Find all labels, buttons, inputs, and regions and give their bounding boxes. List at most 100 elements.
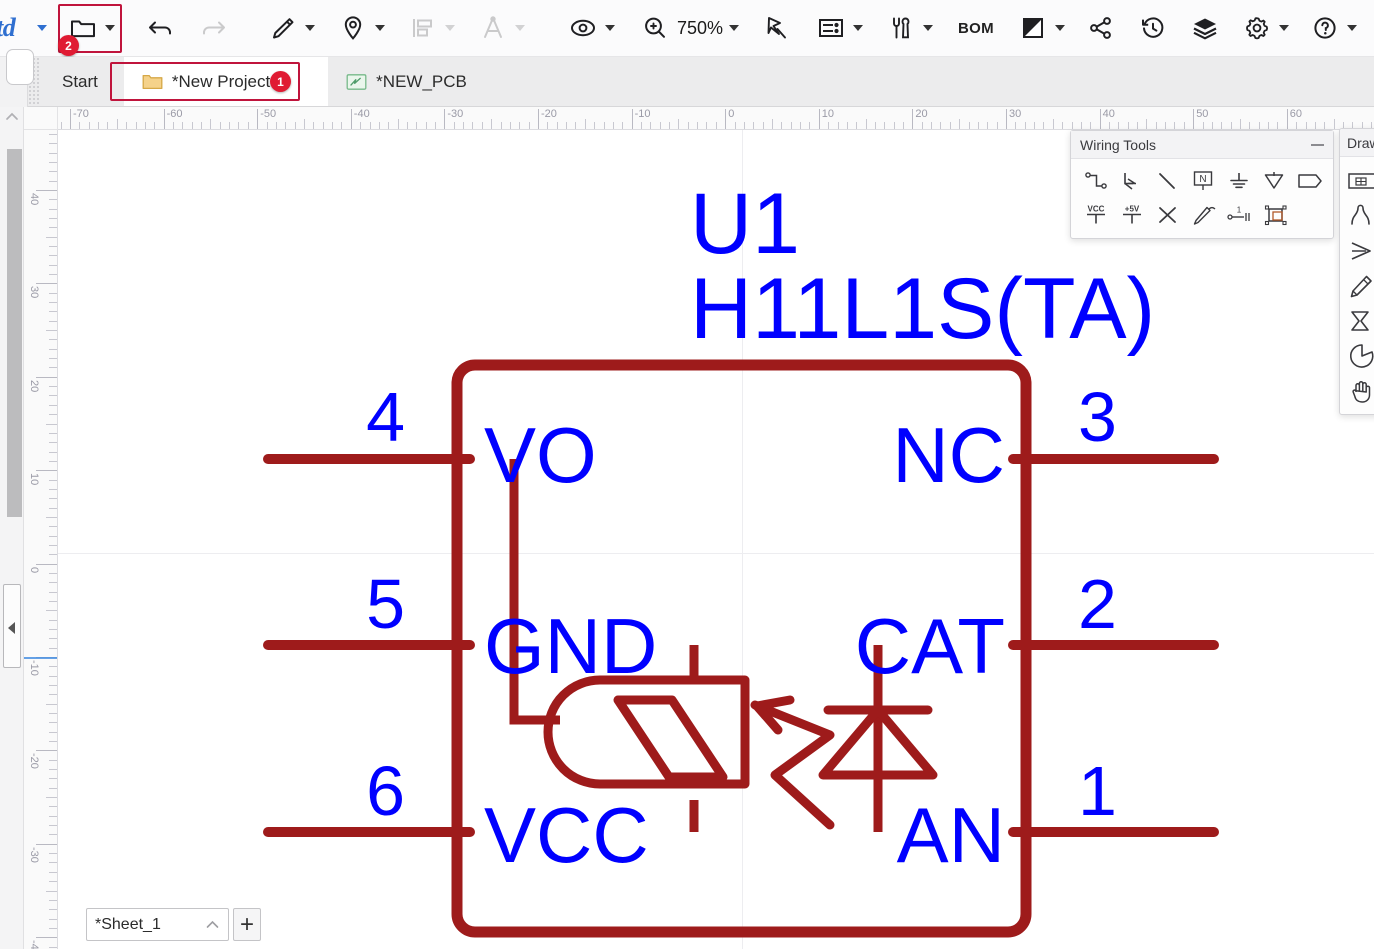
panel-collapse-stub[interactable]	[0, 49, 34, 107]
table-icon[interactable]	[1344, 163, 1374, 198]
tabbar-empty-space	[484, 57, 1374, 106]
share-nodes-icon[interactable]	[1082, 9, 1120, 47]
add-sheet-button[interactable]: +	[233, 908, 261, 941]
vertical-ruler: 40 30 20 10 0 -10 -20 -30 -40	[24, 130, 58, 949]
properties-button[interactable]	[812, 8, 868, 48]
settings-caret[interactable]	[1278, 25, 1289, 31]
wrench-screwdriver-icon[interactable]	[882, 9, 920, 47]
clock-rewind-icon[interactable]	[1134, 9, 1172, 47]
sidebar-scrollbar-thumb[interactable]	[7, 149, 22, 517]
svg-text:VCC: VCC	[1088, 205, 1105, 214]
ruler-minor-tick	[313, 122, 315, 129]
zoom-control[interactable]: 750%	[636, 8, 744, 48]
undo-arrow-icon[interactable]	[142, 9, 180, 47]
drawing-tools-title: Draw	[1347, 134, 1374, 151]
pin-number-icon[interactable]: 1	[1223, 200, 1257, 230]
bom-button[interactable]: BOM	[950, 9, 1002, 47]
ruler-major-tick	[70, 109, 71, 129]
hand-pan-icon[interactable]	[1344, 373, 1374, 408]
ruler-minor-tick	[1174, 122, 1176, 129]
place-marker-button[interactable]	[334, 8, 390, 48]
ruler-label: 20	[28, 379, 40, 393]
no-connect-cross-icon[interactable]	[1151, 200, 1185, 230]
symbol-part-name: H11L1S(TA)	[690, 261, 1155, 357]
wiring-tools-header[interactable]: Wiring Tools	[1071, 131, 1333, 159]
magnifier-plus-icon[interactable]	[636, 9, 674, 47]
ruler-minor-tick	[715, 122, 717, 129]
visibility-button[interactable]	[564, 8, 620, 48]
panel-expand-handle[interactable]	[3, 584, 21, 668]
net-label-n-icon[interactable]: N	[1186, 166, 1220, 196]
place-marker-caret[interactable]	[375, 25, 385, 31]
help-caret[interactable]	[1346, 25, 1357, 31]
ruler-minor-tick	[874, 122, 876, 129]
ruler-minor-tick	[1314, 122, 1316, 129]
ruler-minor-tick	[49, 759, 57, 761]
draw-pen-caret[interactable]	[305, 25, 315, 31]
ground-symbol-icon[interactable]	[1222, 166, 1256, 196]
theme-caret[interactable]	[1054, 25, 1065, 31]
drawing-tools-panel[interactable]: Draw	[1339, 128, 1374, 415]
zoom-caret[interactable]	[729, 25, 740, 31]
polygon-icon[interactable]	[1344, 303, 1374, 338]
spline-curve-icon[interactable]	[1344, 198, 1374, 233]
minimize-icon[interactable]	[1311, 143, 1324, 146]
probe-pen-icon[interactable]	[1187, 200, 1221, 230]
sliders-panel-icon[interactable]	[812, 9, 850, 47]
component-symbol-u1[interactable]: U1H11L1S(TA) VO GND VCC 4 5 6 NC CAT AN 3 2 1	[58, 130, 1374, 949]
chevron-up-icon[interactable]	[205, 919, 220, 930]
ruler-minor-tick	[49, 255, 57, 257]
eye-icon[interactable]	[564, 9, 602, 47]
question-circle-icon[interactable]	[1306, 9, 1344, 47]
step-badge-1: 1	[270, 71, 291, 92]
layers-stack-icon[interactable]	[1186, 9, 1224, 47]
sheet-tab-sheet1[interactable]: *Sheet_1	[86, 908, 229, 941]
wiring-tools-panel[interactable]: Wiring Tools N VCC +5V 1	[1070, 130, 1334, 239]
ruler-minor-tick	[266, 122, 268, 129]
tools-caret[interactable]	[923, 25, 934, 31]
pencil-icon[interactable]	[1344, 268, 1374, 303]
pin-number-left-5: 5	[366, 565, 405, 643]
gear-icon[interactable]	[1238, 9, 1276, 47]
visibility-caret[interactable]	[605, 25, 615, 31]
pencil-icon[interactable]	[264, 9, 302, 47]
sidebar-scrollbar-track[interactable]	[3, 127, 22, 947]
ruler-minor-tick	[126, 122, 128, 129]
lasso-cursor-icon[interactable]	[758, 9, 796, 47]
theme-button[interactable]	[1014, 8, 1070, 48]
ruler-minor-tick	[1296, 122, 1298, 129]
tools-button[interactable]	[882, 8, 938, 48]
logo-dropdown-caret[interactable]	[37, 25, 47, 31]
ruler-minor-tick	[46, 516, 57, 518]
ruler-minor-tick	[182, 122, 184, 129]
help-button[interactable]	[1306, 8, 1362, 48]
half-filled-square-icon[interactable]	[1014, 9, 1052, 47]
bus-branch-icon[interactable]	[1115, 166, 1149, 196]
net-flag-arrow-icon[interactable]	[1258, 166, 1292, 196]
ruler-corner	[24, 107, 58, 130]
ruler-minor-tick	[49, 769, 57, 771]
svg-text:N: N	[1199, 174, 1206, 185]
vcc-power-icon[interactable]: VCC	[1079, 200, 1113, 230]
tab-new-pcb[interactable]: *NEW_PCB	[328, 57, 485, 106]
pie-arc-icon[interactable]	[1344, 338, 1374, 373]
ruler-minor-tick	[416, 122, 418, 129]
sheet-tab-bar: *Sheet_1 +	[86, 908, 261, 941]
zoom-level-value[interactable]: 750%	[677, 18, 723, 39]
draw-pen-button[interactable]	[264, 8, 320, 48]
diagonal-line-icon[interactable]	[1150, 166, 1184, 196]
schematic-canvas[interactable]: U1 H11L1S(TA) VO GND VCC 4 5 6 NC CAT AN 3 2 1	[58, 130, 1374, 949]
plus-5v-power-icon[interactable]: +5V	[1115, 200, 1149, 230]
ruler-major-tick	[1193, 109, 1195, 129]
ruler-minor-tick	[828, 122, 830, 129]
settings-button[interactable]	[1238, 8, 1294, 48]
pin-number-right-1: 1	[1078, 752, 1117, 830]
map-pin-icon[interactable]	[334, 9, 372, 47]
properties-caret[interactable]	[853, 25, 864, 31]
wire-segment-icon[interactable]	[1079, 166, 1113, 196]
drawing-tools-header[interactable]: Draw	[1340, 129, 1374, 157]
sheet-symbol-icon[interactable]	[1259, 200, 1293, 230]
chevron-up-icon[interactable]	[4, 110, 20, 124]
chevron-arrow-icon[interactable]	[1344, 233, 1374, 268]
net-port-icon[interactable]	[1293, 166, 1327, 196]
